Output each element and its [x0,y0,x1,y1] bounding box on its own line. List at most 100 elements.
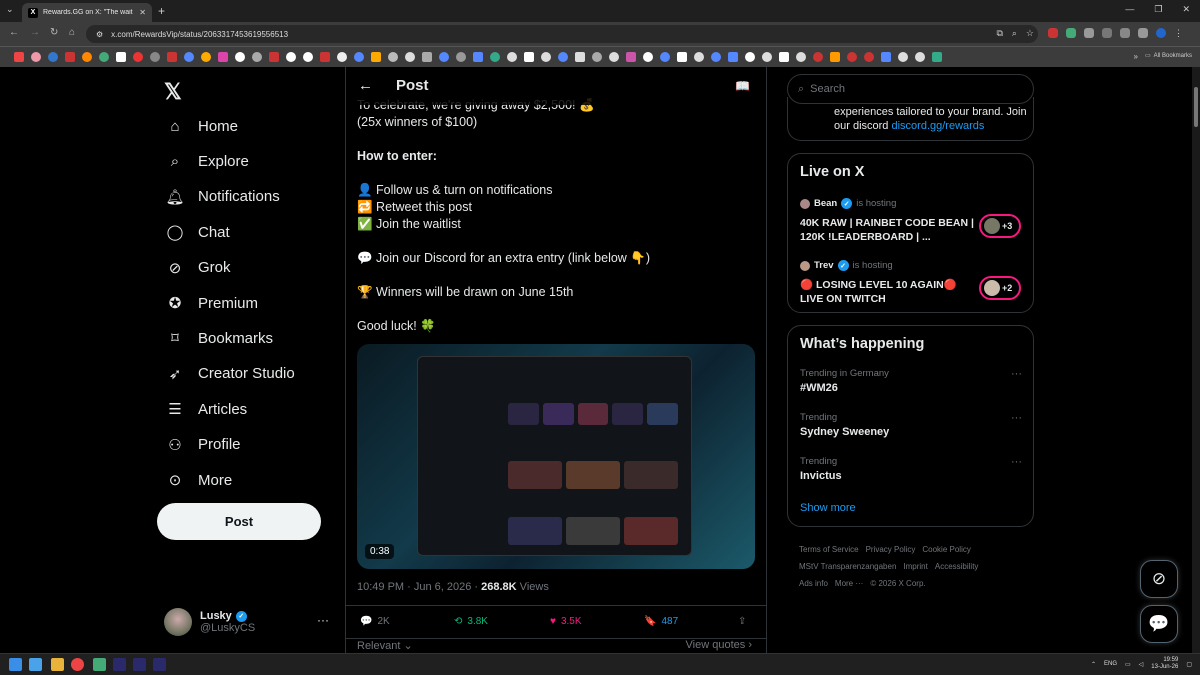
more-options-icon[interactable]: ··· [1011,368,1022,380]
bookmark-favicon-icon[interactable] [609,52,619,62]
bookmark-favicon-icon[interactable] [660,52,670,62]
bookmark-favicon-icon[interactable] [150,52,160,62]
address-bar[interactable]: ⚙ x.com/RewardsVip/status/20633174536195… [86,25,1038,43]
bookmark-favicon-icon[interactable] [728,52,738,62]
bookmark-favicon-icon[interactable] [235,52,245,62]
nav-item-grok[interactable]: ⊘ Grok [166,255,231,281]
bookmark-favicon-icon[interactable] [133,52,143,62]
download-icon[interactable] [1138,28,1148,38]
trend-item[interactable]: Trending in Germany #WM26 ··· [800,368,1022,394]
nav-item-bookmarks[interactable]: ⌑ Bookmarks [166,325,273,351]
bookmark-favicon-icon[interactable] [643,52,653,62]
all-bookmarks-folder[interactable]: ▭ All Bookmarks [1145,52,1192,60]
footer-link[interactable]: MStV Transparenzangaben [799,562,896,571]
post-button[interactable]: Post [157,503,321,540]
bookmark-favicon-icon[interactable] [847,52,857,62]
menu-icon[interactable]: ⋮ [1174,28,1184,38]
bookmark-favicon-icon[interactable] [303,52,313,62]
bookmark-favicon-icon[interactable] [592,52,602,62]
discord-link[interactable]: discord.gg/rewards [891,120,984,132]
nav-item-notifications[interactable]: 🔔︎ Notifications [165,184,279,210]
bookmark-favicon-icon[interactable] [167,52,177,62]
browser-tab[interactable]: X Rewards.GG on X: "The wait is almos ✕ [22,3,152,22]
repost-button[interactable]: ⟲ 3.8K [454,616,488,627]
site-info-icon[interactable]: ⚙ [96,30,103,39]
bookmark-favicon-icon[interactable] [456,52,466,62]
bookmark-favicon-icon[interactable] [881,52,891,62]
live-avatars[interactable]: +2 [979,276,1021,300]
bookmark-favicon-icon[interactable] [915,52,925,62]
chrome-icon[interactable] [71,658,84,671]
bookmark-favicon-icon[interactable] [48,52,58,62]
bookmark-favicon-icon[interactable] [762,52,772,62]
more-options-icon[interactable]: ··· [1011,456,1022,468]
nav-item-chat[interactable]: ◯ Chat [166,219,230,245]
bookmark-favicon-icon[interactable] [388,52,398,62]
bookmark-favicon-icon[interactable] [14,52,24,62]
bookmark-favicon-icon[interactable] [439,52,449,62]
notifications-icon[interactable]: ▢ [1186,661,1192,668]
bookmark-favicon-icon[interactable] [184,52,194,62]
bookmark-favicon-icon[interactable] [524,52,534,62]
start-icon[interactable] [9,658,22,671]
more-options-icon[interactable]: ··· [317,613,329,627]
bookmark-favicon-icon[interactable] [371,52,381,62]
bookmark-favicon-icon[interactable] [320,52,330,62]
bookmark-favicon-icon[interactable] [252,52,262,62]
bookmark-favicon-icon[interactable] [558,52,568,62]
close-window-icon[interactable]: ✕ [1182,4,1190,15]
extension-icon[interactable] [1102,28,1112,38]
live-title[interactable]: 40K RAW | RAINBET CODE BEAN | 120K !LEAD… [800,216,975,244]
view-quotes-link[interactable]: View quotes › [686,639,752,651]
bookmark-favicon-icon[interactable] [337,52,347,62]
live-avatars[interactable]: +3 [979,214,1021,238]
footer-link[interactable]: Accessibility [935,562,979,571]
post-timestamp[interactable]: 10:49 PM · Jun 6, 2026 · [357,581,481,593]
language-indicator[interactable]: ENG [1104,661,1117,667]
tray-chevron-icon[interactable]: ⌃ [1091,661,1096,668]
trend-item[interactable]: Trending Sydney Sweeney ··· [800,412,1022,438]
bookmark-button[interactable]: 🔖 487 [644,616,678,627]
scrollbar-thumb[interactable] [1194,87,1198,127]
bookmark-favicon-icon[interactable] [830,52,840,62]
bookmark-favicon-icon[interactable] [201,52,211,62]
bookmark-favicon-icon[interactable] [422,52,432,62]
footer-link[interactable]: Terms of Service [799,545,859,554]
bookmark-favicon-icon[interactable] [116,52,126,62]
footer-link[interactable]: Ads info [799,579,828,588]
folder-icon[interactable] [51,658,64,671]
live-title[interactable]: 🔴 LOSING LEVEL 10 AGAIN🔴 LIVE ON TWITCH [800,278,975,306]
bookmark-favicon-icon[interactable] [575,52,585,62]
nav-item-more[interactable]: ⊙ More [166,467,232,493]
nav-item-creator-studio[interactable]: ➶ Creator Studio [166,361,295,387]
bookmark-favicon-icon[interactable] [898,52,908,62]
footer-link[interactable]: Cookie Policy [922,545,970,554]
more-options-icon[interactable]: ··· [1011,412,1022,424]
bookmark-favicon-icon[interactable] [31,52,41,62]
tab-search-icon[interactable]: ⌄ [6,4,14,15]
footer-link[interactable]: More ··· [835,579,863,588]
network-icon[interactable]: ▭ [1125,661,1131,668]
home-browser-icon[interactable]: ⌂ [69,27,75,38]
new-tab-button[interactable]: + [158,4,165,18]
share-button[interactable]: ⇪ [738,616,746,627]
bookmarks-overflow-icon[interactable]: » [1134,52,1138,61]
scrollbar[interactable] [1192,67,1200,653]
bookmark-favicon-icon[interactable] [779,52,789,62]
bookmark-favicon-icon[interactable] [354,52,364,62]
extension-icon[interactable] [1048,28,1058,38]
bookmark-favicon-icon[interactable] [932,52,942,62]
nav-item-profile[interactable]: ⚇ Profile [166,432,240,458]
media-encoder-icon[interactable] [133,658,146,671]
bookmark-favicon-icon[interactable] [711,52,721,62]
star-icon[interactable]: ☆ [1026,28,1034,39]
forward-icon[interactable]: → [30,27,40,38]
bookmark-favicon-icon[interactable] [507,52,517,62]
grok-fab-icon[interactable]: ⊘ [1140,560,1178,598]
bookmark-favicon-icon[interactable] [864,52,874,62]
after-effects-icon[interactable] [153,658,166,671]
reader-icon[interactable]: 📖 [735,79,750,93]
x-logo-icon[interactable]: 𝕏 [164,79,182,105]
bookmark-favicon-icon[interactable] [677,52,687,62]
nav-item-articles[interactable]: ☰ Articles [166,396,247,422]
